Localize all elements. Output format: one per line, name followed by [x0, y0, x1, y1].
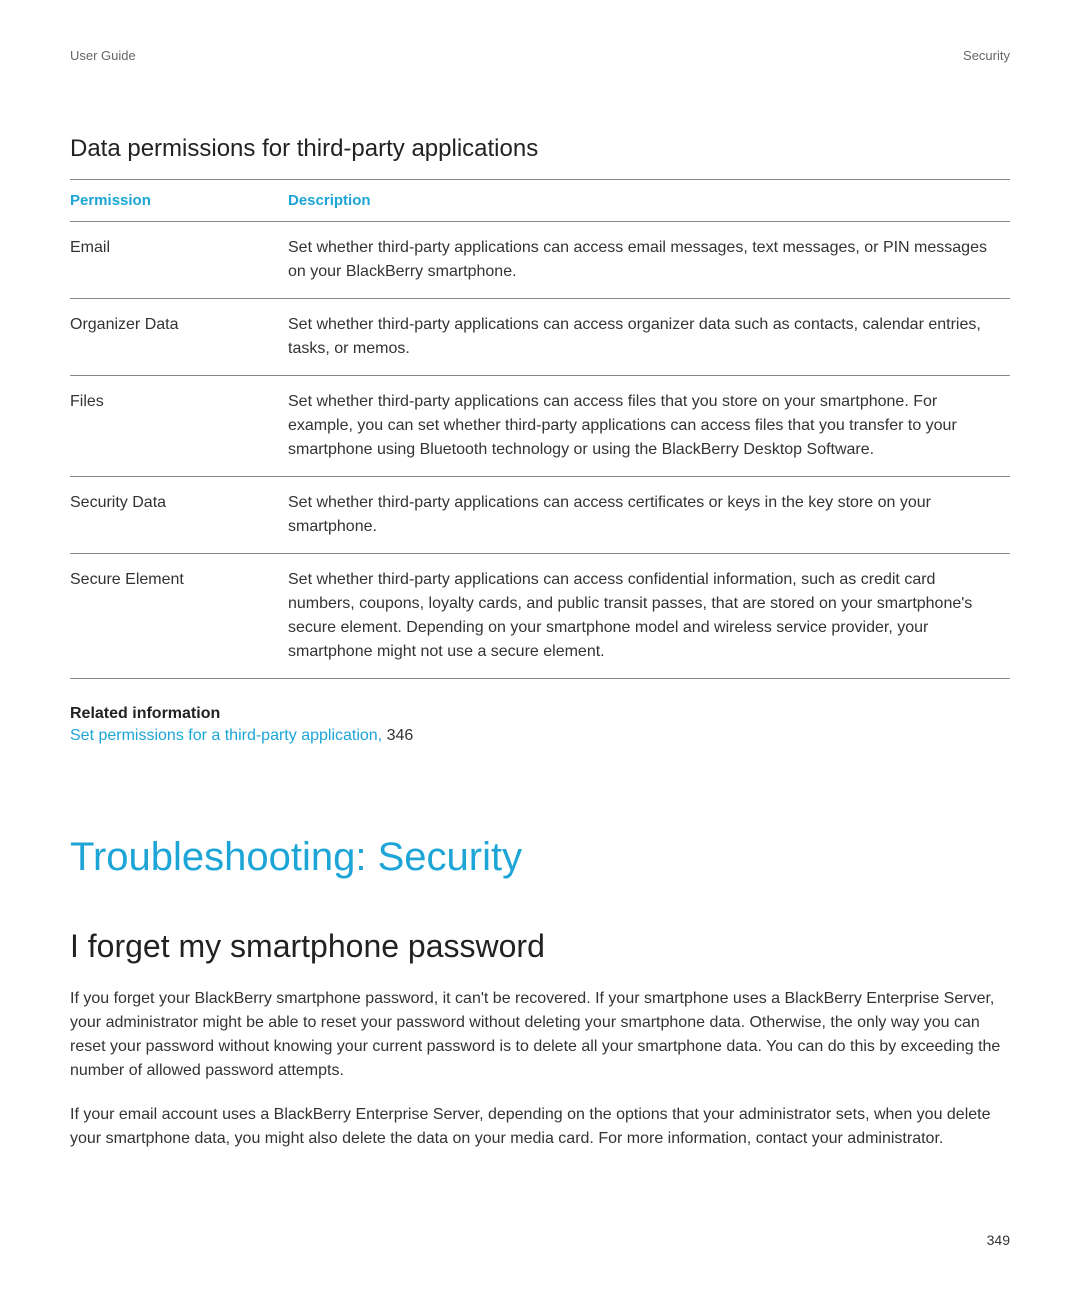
body-paragraph: If your email account uses a BlackBerry … [70, 1103, 1010, 1151]
page-number: 349 [987, 1232, 1010, 1248]
permission-description: Set whether third-party applications can… [288, 554, 1010, 679]
table-header-description: Description [288, 180, 1010, 222]
permission-name: Security Data [70, 477, 288, 554]
table-header-permission: Permission [70, 180, 288, 222]
header-left: User Guide [70, 48, 136, 63]
table-row: Security Data Set whether third-party ap… [70, 477, 1010, 554]
permission-name: Email [70, 222, 288, 299]
chapter-title: Troubleshooting: Security [70, 835, 1010, 880]
table-header-row: Permission Description [70, 180, 1010, 222]
permission-description: Set whether third-party applications can… [288, 376, 1010, 477]
table-row: Email Set whether third-party applicatio… [70, 222, 1010, 299]
page-header: User Guide Security [70, 48, 1010, 63]
body-paragraph: If you forget your BlackBerry smartphone… [70, 987, 1010, 1083]
permission-description: Set whether third-party applications can… [288, 222, 1010, 299]
permission-name: Organizer Data [70, 299, 288, 376]
related-link[interactable]: Set permissions for a third-party applic… [70, 727, 382, 744]
section-title: Data permissions for third-party applica… [70, 135, 1010, 163]
related-link-line: Set permissions for a third-party applic… [70, 723, 1010, 749]
permission-description: Set whether third-party applications can… [288, 477, 1010, 554]
related-link-page: 346 [382, 727, 413, 744]
permission-description: Set whether third-party applications can… [288, 299, 1010, 376]
header-right: Security [963, 48, 1010, 63]
table-row: Secure Element Set whether third-party a… [70, 554, 1010, 679]
permissions-table: Permission Description Email Set whether… [70, 179, 1010, 679]
permission-name: Secure Element [70, 554, 288, 679]
permission-name: Files [70, 376, 288, 477]
subsection-title: I forget my smartphone password [70, 928, 1010, 965]
related-information: Related information Set permissions for … [70, 705, 1010, 749]
table-row: Files Set whether third-party applicatio… [70, 376, 1010, 477]
related-info-title: Related information [70, 705, 1010, 723]
table-row: Organizer Data Set whether third-party a… [70, 299, 1010, 376]
